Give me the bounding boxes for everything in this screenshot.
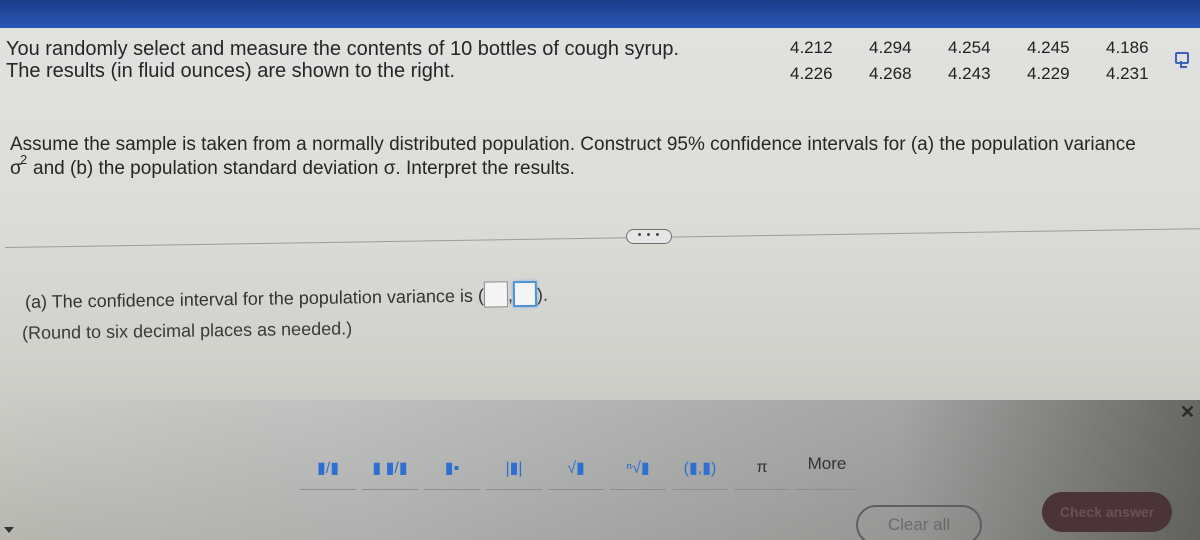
upper-bound-input[interactable] (512, 280, 538, 308)
data-value: 4.231 (1106, 64, 1149, 83)
section-divider (4, 228, 1200, 248)
data-value: 4.294 (869, 38, 912, 57)
rounding-note: (Round to six decimal places as needed.) (21, 318, 353, 343)
data-value: 4.226 (790, 64, 833, 83)
close-toolbar-icon[interactable]: ✕ (1180, 402, 1195, 423)
copy-data-icon[interactable] (1175, 52, 1189, 68)
square-root-icon: √▮ (567, 459, 585, 477)
answer-prefix: (a) The confidence interval for the popu… (24, 285, 485, 312)
data-value: 4.243 (948, 64, 991, 83)
exponent: 2 (20, 152, 28, 167)
question-line-2: The results (in fluid ounces) are shown … (6, 60, 456, 82)
absolute-value-tool[interactable]: |▮| (486, 446, 542, 490)
exponent-icon: ▮▪ (444, 459, 460, 477)
mixed-number-icon: ▮ ▮/▮ (372, 459, 408, 477)
square-root-tool[interactable]: √▮ (548, 446, 604, 490)
nth-root-icon: ⁿ√▮ (626, 459, 650, 477)
data-value: 4.254 (948, 38, 991, 57)
fraction-tool[interactable]: ▮/▮ (300, 446, 356, 490)
clear-all-button[interactable]: Clear all (856, 505, 982, 540)
answer-suffix: ). (536, 284, 549, 305)
ordered-pair-icon: (▮,▮) (683, 459, 717, 477)
instructions: Assume the sample is taken from a normal… (10, 133, 1200, 181)
data-table: 4.212 4.294 4.254 4.245 4.186 4.226 4.26… (790, 38, 1185, 84)
data-value: 4.212 (790, 38, 833, 57)
browser-top-bar (0, 0, 1200, 28)
pi-tool[interactable]: π (734, 446, 790, 490)
absolute-value-icon: |▮| (505, 459, 523, 477)
ordered-pair-tool[interactable]: (▮,▮) (672, 446, 728, 490)
data-value: 4.186 (1106, 38, 1149, 57)
expand-button[interactable]: • • • (626, 229, 672, 244)
data-value: 4.268 (869, 64, 912, 83)
question-line-1: You randomly select and measure the cont… (6, 38, 680, 60)
instruction-line-2-wrap: σ2 and (b) the population standard devia… (10, 152, 1200, 181)
answer-part-a: (a) The confidence interval for the popu… (24, 280, 549, 314)
exponent-tool[interactable]: ▮▪ (424, 446, 480, 490)
check-answer-button[interactable]: Check answer (1042, 492, 1172, 532)
instruction-line-2: and (b) the population standard deviatio… (33, 158, 575, 179)
math-toolbar: ▮/▮ ▮ ▮/▮ ▮▪ |▮| √▮ ⁿ√▮ (▮,▮) π More (300, 430, 880, 490)
instruction-line-1: Assume the sample is taken from a normal… (10, 134, 1136, 155)
more-tools-button[interactable]: More (796, 446, 858, 490)
lower-bound-input[interactable] (483, 281, 509, 308)
mixed-number-tool[interactable]: ▮ ▮/▮ (362, 446, 418, 490)
data-value: 4.245 (1027, 38, 1070, 57)
sigma-squared-symbol: σ2 (10, 152, 27, 181)
pi-icon: π (756, 458, 768, 476)
caret-down-icon (4, 527, 14, 533)
data-value: 4.229 (1027, 64, 1070, 83)
fraction-icon: ▮/▮ (316, 459, 340, 477)
question-text: You randomly select and measure the cont… (6, 38, 679, 82)
nth-root-tool[interactable]: ⁿ√▮ (610, 446, 666, 490)
